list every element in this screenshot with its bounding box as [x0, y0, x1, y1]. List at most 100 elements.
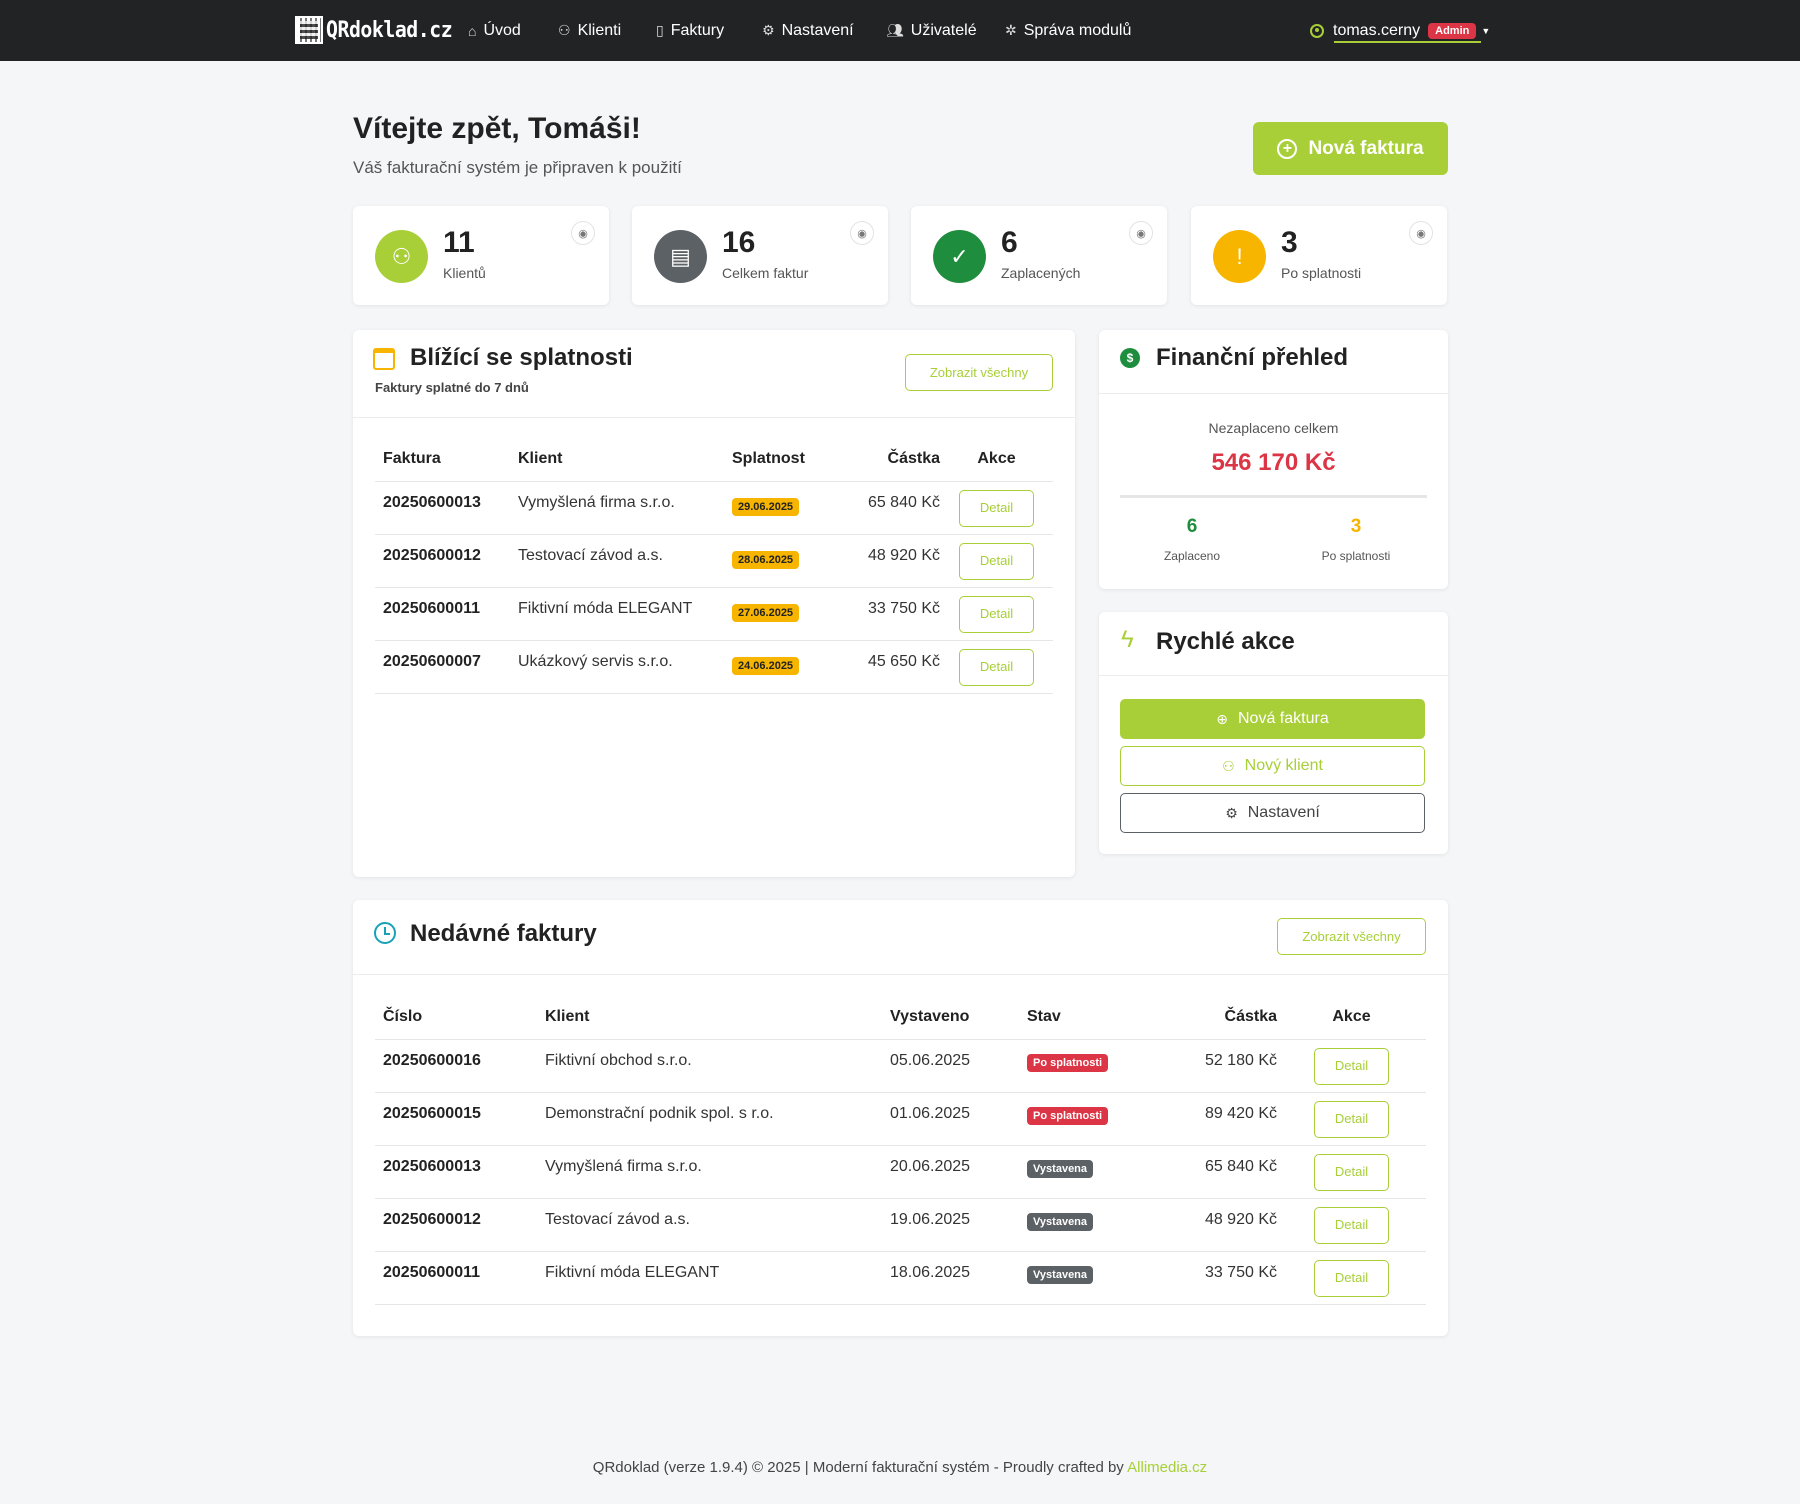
clock-icon — [374, 922, 396, 944]
invoice-number[interactable]: 20250600007 — [375, 640, 518, 694]
action-cell: Detail — [940, 640, 1053, 694]
issued-date: 05.06.2025 — [890, 1039, 1027, 1093]
upcoming-title: Blížící se splatnosti — [410, 344, 633, 371]
brand-logo[interactable]: QRdoklad.cz — [295, 16, 466, 44]
table-row: 20250600013 Vymyšlená firma s.r.o. 20.06… — [375, 1145, 1426, 1199]
detail-button[interactable]: Detail — [959, 489, 1034, 527]
finance-overview-panel: $ Finanční přehled Nezaplaceno celkem 54… — [1099, 330, 1448, 589]
invoice-number[interactable]: 20250600013 — [375, 1145, 545, 1199]
detail-button[interactable]: Detail — [959, 542, 1034, 580]
amount: 33 750 Kč — [1172, 1251, 1277, 1305]
quick-actions-title: Rychlé akce — [1156, 628, 1295, 655]
overdue-value: 3 — [1350, 516, 1362, 537]
divider — [1099, 393, 1448, 394]
column-header: Faktura — [375, 437, 518, 482]
column-header: Číslo — [375, 995, 545, 1040]
stat-card-paid[interactable]: ✓ 6 Zaplacených ◉ — [911, 206, 1167, 305]
due-date: 24.06.2025 — [732, 640, 842, 694]
detail-button[interactable]: Detail — [959, 595, 1034, 633]
stat-label: Po splatnosti — [1281, 265, 1362, 281]
people-icon: 👥︎ — [886, 22, 904, 38]
detail-button[interactable]: Detail — [1314, 1047, 1389, 1085]
table-row: 20250600007 Ukázkový servis s.r.o. 24.06… — [375, 640, 1053, 694]
nav-item-uvod[interactable]: ⌂ Úvod — [468, 0, 521, 61]
show-all-recent-button[interactable]: Zobrazit všechny — [1277, 918, 1426, 955]
nav-item-uzivatele[interactable]: 👥︎ Uživatelé — [886, 0, 977, 61]
column-header: Splatnost — [732, 437, 842, 482]
top-navbar: QRdoklad.cz ⌂ Úvod ⚇ Klienti ▯ Faktury ⚙ Nas… — [0, 0, 1800, 61]
footer: QRdoklad (verze 1.9.4) © 2025 | Moderní … — [0, 1459, 1800, 1476]
invoice-number[interactable]: 20250600012 — [375, 534, 518, 588]
invoice-number[interactable]: 20250600013 — [375, 481, 518, 535]
issued-date: 18.06.2025 — [890, 1251, 1027, 1305]
invoice-number[interactable]: 20250600012 — [375, 1198, 545, 1252]
stat-label: Zaplacených — [1001, 265, 1081, 281]
warning-icon: ! — [1213, 230, 1266, 283]
detail-button[interactable]: Detail — [1314, 1206, 1389, 1244]
footer-text: QRdoklad (verze 1.9.4) © 2025 | Moderní … — [592, 1459, 1128, 1476]
action-cell: Detail — [1277, 1198, 1426, 1252]
footer-link[interactable]: Allimedia.cz — [1127, 1459, 1207, 1476]
column-header: Stav — [1027, 995, 1172, 1040]
stat-label: Klientů — [443, 265, 486, 281]
invoice-number[interactable]: 20250600011 — [375, 1251, 545, 1305]
client-name: Ukázkový servis s.r.o. — [518, 640, 732, 694]
calendar-icon — [373, 348, 395, 370]
nav-item-sprava-modulu[interactable]: ✲ Správa modulů — [1005, 0, 1131, 61]
eye-icon[interactable]: ◉ — [850, 221, 874, 245]
recent-invoices-panel: Nedávné faktury Zobrazit všechny Číslo K… — [353, 900, 1448, 1336]
quick-new-invoice-button[interactable]: ⊕ Nová faktura — [1120, 699, 1425, 739]
stat-label: Celkem faktur — [722, 265, 809, 281]
client-name: Vymyšlená firma s.r.o. — [518, 481, 732, 535]
user-icon — [1310, 23, 1324, 38]
stat-value: 11 — [443, 226, 475, 259]
status-cell: Vystavena — [1027, 1251, 1172, 1305]
column-header: Akce — [1277, 995, 1426, 1040]
status-cell: Po splatnosti — [1027, 1039, 1172, 1093]
gear-icon: ⚙ — [762, 22, 775, 38]
invoice-number[interactable]: 20250600011 — [375, 587, 518, 641]
status-cell: Vystavena — [1027, 1145, 1172, 1199]
amount: 65 840 Kč — [842, 481, 940, 535]
due-badge: 24.06.2025 — [732, 656, 800, 675]
client-name: Fiktivní móda ELEGANT — [518, 587, 732, 641]
detail-button[interactable]: Detail — [1314, 1100, 1389, 1138]
action-cell: Detail — [1277, 1039, 1426, 1093]
action-cell: Detail — [940, 534, 1053, 588]
amount: 52 180 Kč — [1172, 1039, 1277, 1093]
nav-item-faktury[interactable]: ▯ Faktury — [656, 0, 724, 61]
admin-badge: Admin — [1428, 22, 1477, 39]
invoice-number[interactable]: 20250600016 — [375, 1039, 545, 1093]
detail-button[interactable]: Detail — [1314, 1153, 1389, 1191]
column-header: Částka — [1172, 995, 1277, 1040]
stat-card-clients[interactable]: ⚇ 11 Klientů ◉ — [353, 206, 609, 305]
recent-invoices-title: Nedávné faktury — [410, 920, 597, 947]
eye-icon[interactable]: ◉ — [1409, 221, 1433, 245]
detail-button[interactable]: Detail — [959, 648, 1034, 686]
new-invoice-button[interactable]: + Nová faktura — [1253, 122, 1448, 175]
quick-new-client-button[interactable]: ⚇ Nový klient — [1120, 746, 1425, 786]
table-header-row: Číslo Klient Vystaveno Stav Částka Akce — [375, 995, 1426, 1040]
invoice-number[interactable]: 20250600015 — [375, 1092, 545, 1146]
action-cell: Detail — [1277, 1145, 1426, 1199]
user-menu-underline — [1334, 41, 1481, 43]
eye-icon[interactable]: ◉ — [1129, 221, 1153, 245]
invoice-icon: ▤ — [654, 230, 707, 283]
status-badge: Vystavena — [1027, 1265, 1094, 1284]
stat-card-overdue[interactable]: ! 3 Po splatnosti ◉ — [1191, 206, 1447, 305]
check-icon: ✓ — [933, 230, 986, 283]
nav-item-nastaveni[interactable]: ⚙ Nastavení — [762, 0, 854, 61]
table-header-row: Faktura Klient Splatnost Částka Akce — [375, 437, 1053, 482]
status-badge: Po splatnosti — [1027, 1106, 1109, 1125]
user-menu[interactable]: tomas.cerny Admin ▼ — [1310, 0, 1490, 61]
issued-date: 19.06.2025 — [890, 1198, 1027, 1252]
table-row: 20250600016 Fiktivní obchod s.r.o. 05.06… — [375, 1039, 1426, 1093]
quick-settings-button[interactable]: ⚙ Nastavení — [1120, 793, 1425, 833]
nav-item-klienti[interactable]: ⚇ Klienti — [558, 0, 621, 61]
action-cell: Detail — [1277, 1251, 1426, 1305]
show-all-upcoming-button[interactable]: Zobrazit všechny — [905, 354, 1053, 391]
stat-card-invoices[interactable]: ▤ 16 Celkem faktur ◉ — [632, 206, 888, 305]
eye-icon[interactable]: ◉ — [571, 221, 595, 245]
detail-button[interactable]: Detail — [1314, 1259, 1389, 1297]
unpaid-total: 546 170 Kč — [1211, 449, 1336, 476]
